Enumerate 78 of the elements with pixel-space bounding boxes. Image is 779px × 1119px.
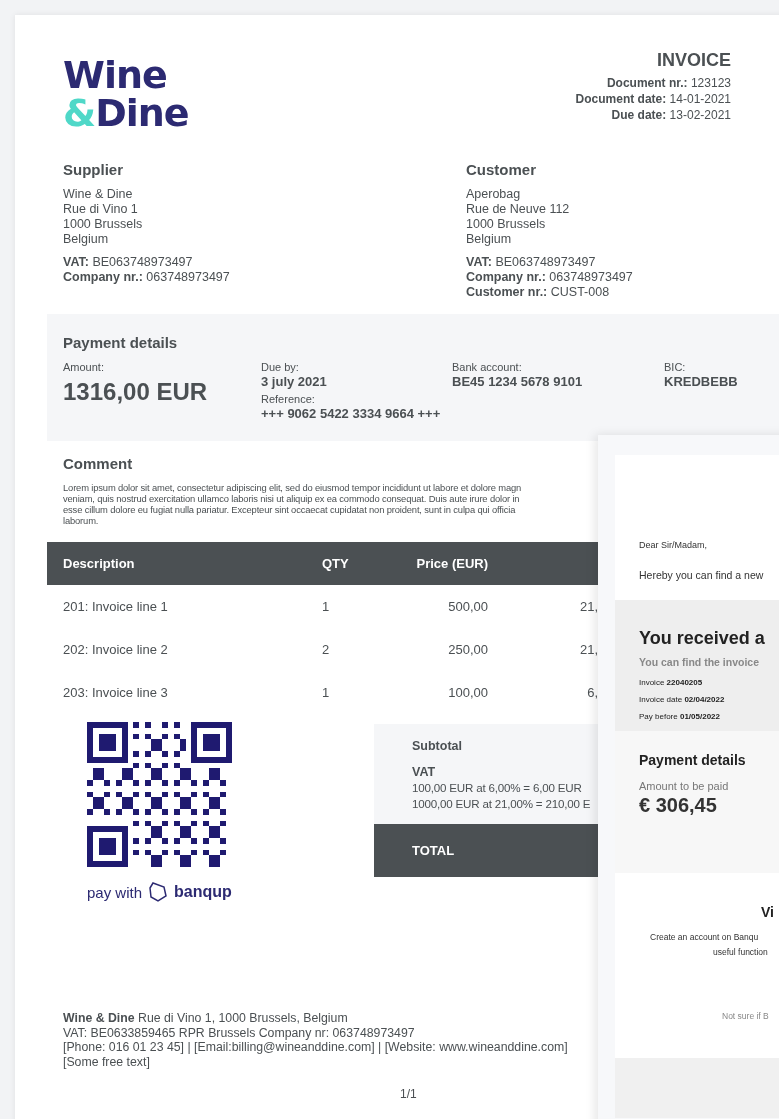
comment-text: laborum. — [63, 515, 100, 526]
field-value: KREDBEBB — [664, 374, 739, 390]
table-cell-text: 202: Invoice line 2 — [63, 642, 169, 657]
table-cell-text: 2 — [322, 642, 331, 657]
pay-with-label: pay with — [87, 883, 143, 901]
invoice-fact: Invoice 22040205 — [639, 677, 704, 689]
comment-text: Lorem ipsum dolor sit amet, consectetur adipiscing elit, sed do eiusmod tempor incididunt ut labore et dolore magn — [63, 482, 523, 493]
table-cell-text: 250,00 — [447, 642, 488, 657]
table-cell-text: 500,00 — [447, 599, 488, 614]
document-meta: Document date: 14-01-2021 — [575, 91, 731, 107]
footer-text: [Phone: 016 01 23 45] | [Email:billing@wineanddine.com] | [Website: www.wineanddine.com] — [63, 1040, 568, 1055]
field-value: 3 july 2021 — [261, 374, 328, 390]
address-line: 1000 Brussels — [63, 217, 143, 232]
address-line: Wine & Dine — [63, 187, 133, 202]
cta-text: useful function — [713, 946, 768, 959]
field-label: BIC: — [664, 361, 687, 374]
address-line: Belgium — [466, 232, 512, 247]
section-heading: Payment details — [63, 334, 179, 351]
cta-text: Create an account on Banqu — [650, 931, 759, 944]
table-cell-text: 201: Invoice line 1 — [63, 599, 169, 614]
comment-text: veniam, quis nostrud exercitation ullamco laboris nisi ut aliquip ex ea commodo consequat. Duis aute irure dolor in — [63, 493, 521, 504]
party-id: Company nr.: 063748973497 — [63, 270, 230, 285]
total-label: TOTAL — [412, 843, 455, 858]
field-label: Due by: — [261, 361, 300, 374]
footer-text: [Some free text] — [63, 1054, 150, 1069]
column-header: QTY — [322, 556, 350, 571]
table-cell-text: 203: Invoice line 3 — [63, 685, 169, 700]
document-meta: Document nr.: 123123 — [606, 75, 731, 91]
section-heading: Payment details — [639, 751, 747, 769]
field-label: Amount to be paid — [639, 779, 730, 793]
invoice-fact: Invoice date 02/04/2022 — [639, 694, 726, 706]
address-line: Aperobag — [466, 187, 521, 202]
address-line: Rue di Vino 1 — [63, 202, 138, 217]
column-header: Price (EUR) — [415, 556, 488, 571]
document-title: INVOICE — [657, 50, 731, 71]
invoice-fact: Pay before 01/05/2022 — [639, 711, 721, 723]
vat-label: VAT — [412, 764, 436, 780]
party-id: VAT: BE063748973497 — [466, 255, 596, 270]
amount-value: 1316,00 EUR — [63, 377, 209, 407]
party-id: Customer nr.: CUST-008 — [466, 285, 610, 300]
field-value: +++ 9062 5422 3334 9664 +++ — [261, 406, 442, 422]
table-cell-text: 1 — [322, 599, 331, 614]
document-meta: Due date: 13-02-2021 — [611, 107, 731, 123]
field-label: Amount: — [63, 361, 105, 374]
column-header: Description — [63, 556, 136, 571]
footer-text: VAT: BE0633859465 RPR Brussels Company nr: 063748973497 — [63, 1025, 415, 1040]
field-label: Bank account: — [452, 361, 523, 374]
table-cell-text: 21, — [578, 642, 598, 657]
party-id: Company nr.: 063748973497 — [466, 270, 633, 285]
party-heading: Customer — [466, 162, 537, 177]
field-label: Reference: — [261, 393, 316, 406]
footer-text: Wine & Dine Rue di Vino 1, 1000 Brussels, Belgium — [63, 1011, 348, 1026]
party-heading: Supplier — [63, 162, 124, 177]
comment-text: esse cillum dolore eu fugiat nulla pariatur. Excepteur sint occaecat cupidatat non proident, sunt in culpa qui officia — [63, 504, 517, 515]
email-greeting: Dear Sir/Madam, — [639, 539, 709, 552]
table-cell-text: 21, — [578, 599, 598, 614]
subtotal-label: Subtotal — [412, 738, 462, 754]
section-heading: Comment — [63, 455, 134, 472]
vat-line: 100,00 EUR at 6,00% = 6,00 EUR — [412, 780, 582, 796]
table-cell-text: 100,00 — [447, 685, 488, 700]
address-line: 1000 Brussels — [466, 217, 546, 232]
logo: Wine &Dine — [63, 52, 189, 132]
page-number: 1/1 — [400, 1087, 418, 1102]
banner-title: You received a — [639, 627, 766, 650]
table-cell-text: 6, — [586, 685, 598, 700]
cta-title: Vi — [761, 903, 774, 921]
amount-value: € 306,45 — [639, 793, 718, 817]
vat-line: 1000,00 EUR at 21,00% = 210,00 E — [412, 796, 591, 812]
hexagon-logo-icon — [148, 881, 169, 903]
email-text: Hereby you can find a new — [639, 568, 765, 582]
table-cell-text: 1 — [322, 685, 331, 700]
banner-subtitle: You can find the invoice — [639, 656, 760, 668]
brand-name: banqup — [174, 883, 232, 901]
email-note: Not sure if B — [722, 1010, 769, 1023]
address-line: Rue de Neuve 112 — [466, 202, 570, 217]
address-line: Belgium — [63, 232, 109, 247]
party-id: VAT: BE063748973497 — [63, 255, 193, 270]
field-value: BE45 1234 5678 9101 — [452, 374, 584, 390]
